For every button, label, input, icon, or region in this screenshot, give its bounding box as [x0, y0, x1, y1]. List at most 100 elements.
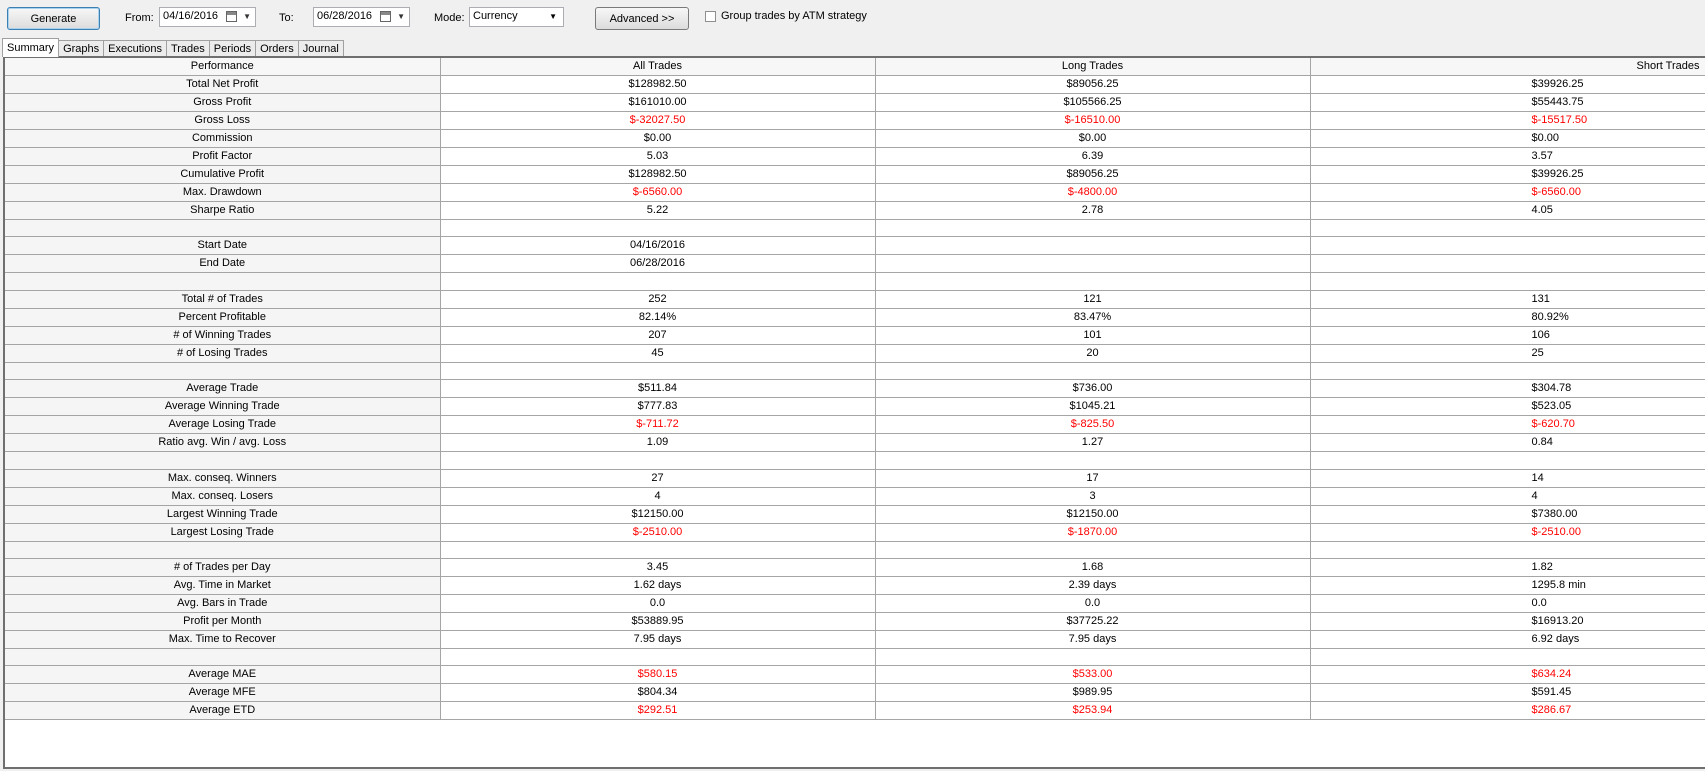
metric-value: [440, 541, 876, 559]
metric-value: $804.34: [440, 683, 876, 703]
metric-value: 7.95 days: [440, 630, 876, 649]
metric-value: [875, 236, 1311, 256]
table-row: [5, 272, 1705, 291]
metric-label: Max. conseq. Winners: [5, 469, 441, 488]
advanced-button[interactable]: Advanced >>: [595, 7, 689, 30]
metric-value: 6.39: [875, 147, 1311, 166]
metric-value: [1310, 541, 1705, 559]
metric-value: [440, 648, 876, 667]
table-row: Commission $0.00 $0.00 $0.00: [5, 129, 1705, 148]
metric-value: [875, 362, 1311, 381]
metric-value: [440, 219, 876, 238]
metric-value: 17: [875, 469, 1311, 488]
metric-value: 1.09: [440, 433, 876, 453]
metric-value: $253.94: [875, 701, 1311, 721]
checkbox-box[interactable]: [705, 10, 716, 22]
metric-value: $89056.25: [875, 165, 1311, 184]
metric-value: $-15517.50: [1310, 111, 1705, 130]
metric-value: [440, 272, 876, 291]
summary-grid: Performance All Trades Long Trades Short Tr…: [3, 56, 1705, 769]
table-row: Average MAE $580.15 $533.00 $634.24: [5, 665, 1705, 685]
chevron-down-icon[interactable]: ▼: [549, 12, 557, 21]
column-header: Long Trades: [875, 58, 1311, 76]
metric-value: 45: [440, 344, 876, 363]
metric-value: $-4800.00: [875, 183, 1311, 202]
metric-label: Max. conseq. Losers: [5, 487, 441, 506]
metric-value: $-16510.00: [875, 111, 1311, 130]
metric-value: $39926.25: [1310, 165, 1705, 184]
table-row: Largest Losing Trade $-2510.00 $-1870.00 $-…: [5, 523, 1705, 542]
from-date-picker[interactable]: 04/16/2016 ▼: [159, 7, 256, 27]
metric-label: Ratio avg. Win / avg. Loss: [5, 433, 441, 453]
table-row: Profit per Month $53889.95 $37725.22 $16913…: [5, 612, 1705, 631]
metric-label: Max. Time to Recover: [5, 630, 441, 649]
metric-label: [5, 272, 441, 291]
table-row: Max. conseq. Winners 27 17 14: [5, 469, 1705, 488]
tab-graphs[interactable]: Graphs: [58, 40, 105, 57]
metric-value: $128982.50: [440, 75, 876, 94]
metric-value: 106: [1310, 326, 1705, 345]
table-header-row: Performance All Trades Long Trades Short Tr…: [5, 58, 1705, 76]
calendar-icon[interactable]: [380, 11, 391, 22]
tab-trades[interactable]: Trades: [165, 40, 210, 57]
metric-value: 1.82: [1310, 558, 1705, 577]
metric-value: $736.00: [875, 379, 1311, 399]
table-row: Max. conseq. Losers 4 3 4: [5, 487, 1705, 506]
table-row: Avg. Bars in Trade 0.0 0.0 0.0: [5, 594, 1705, 613]
tab-orders[interactable]: Orders: [255, 40, 299, 57]
group-atm-checkbox[interactable]: Group trades by ATM strategy: [705, 10, 867, 22]
mode-select[interactable]: Currency ▼: [469, 7, 564, 27]
metric-value: 1.62 days: [440, 576, 876, 595]
mode-value: Currency: [473, 10, 518, 22]
metric-value: [875, 541, 1311, 559]
metric-value: $511.84: [440, 379, 876, 399]
metric-value: $-6560.00: [1310, 183, 1705, 202]
mode-label: Mode:: [434, 12, 465, 24]
metric-value: [1310, 219, 1705, 238]
table-row: End Date 06/28/2016: [5, 254, 1705, 274]
metric-label: Average Losing Trade: [5, 415, 441, 435]
metric-value: $533.00: [875, 665, 1311, 685]
metric-value: 27: [440, 469, 876, 488]
table-row: Max. Drawdown $-6560.00 $-4800.00 $-6560.00: [5, 183, 1705, 202]
metric-label: # of Losing Trades: [5, 344, 441, 363]
metric-label: # of Winning Trades: [5, 326, 441, 345]
tab-summary[interactable]: Summary: [2, 38, 60, 57]
table-row: # of Trades per Day 3.45 1.68 1.82: [5, 558, 1705, 577]
metric-value: $-825.50: [875, 415, 1311, 435]
table-row: Start Date 04/16/2016: [5, 236, 1705, 256]
metric-label: Sharpe Ratio: [5, 201, 441, 220]
chevron-down-icon[interactable]: ▼: [243, 12, 251, 21]
metric-value: $304.78: [1310, 379, 1705, 399]
metric-value: 101: [875, 326, 1311, 345]
metric-value: 2.39 days: [875, 576, 1311, 595]
metric-value: 0.0: [1310, 594, 1705, 613]
generate-button[interactable]: Generate: [7, 7, 100, 30]
metric-value: 3.57: [1310, 147, 1705, 166]
to-label: To:: [279, 12, 294, 24]
tab-journal[interactable]: Journal: [297, 40, 344, 57]
chevron-down-icon[interactable]: ▼: [397, 12, 405, 21]
table-row: # of Winning Trades 207 101 106: [5, 326, 1705, 345]
table-row: [5, 451, 1705, 470]
to-date-picker[interactable]: 06/28/2016 ▼: [313, 7, 410, 27]
metric-label: End Date: [5, 254, 441, 274]
metric-label: # of Trades per Day: [5, 558, 441, 577]
tab-strip: Summary Graphs Executions Trades Periods Orde…: [2, 38, 344, 57]
metric-value: 252: [440, 290, 876, 309]
metric-label: Average Winning Trade: [5, 397, 441, 417]
metric-value: $591.45: [1310, 683, 1705, 703]
toolbar: Generate From: 04/16/2016 ▼ To: 06/28/20…: [0, 0, 1705, 40]
table-row: Max. Time to Recover 7.95 days 7.95 days 6.…: [5, 630, 1705, 649]
calendar-icon[interactable]: [226, 11, 237, 22]
table-row: Ratio avg. Win / avg. Loss 1.09 1.27 0.84: [5, 433, 1705, 453]
metric-value: 2.78: [875, 201, 1311, 220]
to-date-value: 06/28/2016: [317, 10, 373, 22]
tab-executions[interactable]: Executions: [103, 40, 167, 57]
table-row: [5, 648, 1705, 667]
from-label: From:: [125, 12, 154, 24]
metric-label: Total Net Profit: [5, 75, 441, 94]
table-row: [5, 219, 1705, 238]
tab-periods[interactable]: Periods: [208, 40, 257, 57]
metric-value: $105566.25: [875, 93, 1311, 112]
